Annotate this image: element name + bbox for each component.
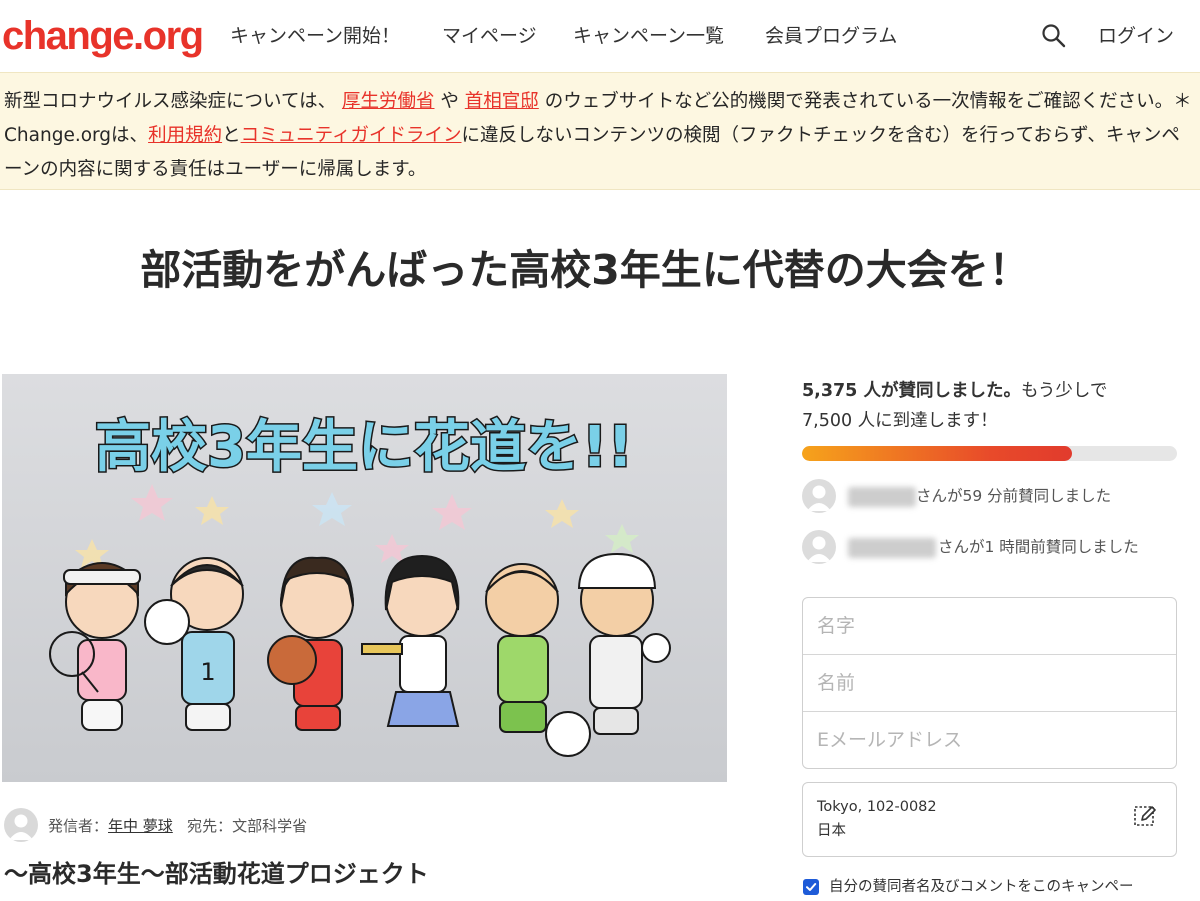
- recipient-label: 宛先：: [187, 817, 233, 835]
- consent-row: 自分の賛同者名及びコメントをこのキャンペー: [803, 877, 1200, 899]
- nav-membership[interactable]: 会員プログラム: [765, 22, 897, 50]
- supporter-avatar: [802, 530, 836, 564]
- notice-text: と: [222, 125, 241, 146]
- nav-start-campaign[interactable]: キャンペーン開始！: [230, 22, 400, 50]
- signature-progress-fill: [802, 446, 1072, 461]
- blurred-supporter-name: [848, 487, 916, 507]
- change-org-logo[interactable]: change.org: [2, 12, 204, 60]
- supporter-avatar: [802, 479, 836, 513]
- notice-text: 新型コロナウイルス感染症については、: [4, 91, 337, 112]
- signature-progress-bar: [802, 446, 1177, 461]
- site-header: change.org キャンペーン開始！ マイページ キャンペーン一覧 会員プロ…: [0, 0, 1200, 72]
- email-field[interactable]: [803, 712, 1176, 768]
- consent-label: 自分の賛同者名及びコメントをこのキャンペー: [829, 879, 1134, 895]
- link-terms[interactable]: 利用規約: [148, 125, 222, 146]
- signature-more-text: もう少しで: [1020, 381, 1108, 401]
- covid-notice: 新型コロナウイルス感染症については、 厚生労働省 や 首相官邸 のウェブサイトな…: [0, 72, 1200, 190]
- signature-count-number: 5,375 人が賛同しました。: [802, 381, 1021, 401]
- link-kantei[interactable]: 首相官邸: [465, 91, 539, 112]
- consent-checkbox[interactable]: [803, 879, 819, 895]
- edit-icon[interactable]: [1133, 803, 1159, 829]
- first-name-field[interactable]: [803, 655, 1176, 712]
- sign-form: [802, 597, 1177, 769]
- link-mhlw[interactable]: 厚生労働省: [342, 91, 435, 112]
- last-name-field[interactable]: [803, 598, 1176, 655]
- blurred-supporter-name: [848, 538, 936, 558]
- author-name-link[interactable]: 年中 夢球: [108, 817, 173, 835]
- recent-supporter: さんが59 分前賛同しました: [802, 479, 1182, 515]
- signature-count: 5,375 人が賛同しました。もう少しで 7,500 人に到達します！: [802, 376, 1182, 436]
- supporter-text: さんが59 分前賛同しました: [916, 487, 1112, 505]
- petition-subtitle: ～高校3年生～部活動花道プロジェクト: [4, 860, 429, 888]
- signature-goal-text: 7,500 人に到達します！: [802, 411, 998, 431]
- recent-supporter: さんが1 時間前賛同しました: [802, 530, 1182, 566]
- link-community-guidelines[interactable]: コミュニティガイドライン: [241, 125, 462, 146]
- location-postal: Tokyo, 102-0082: [817, 799, 937, 815]
- login-link[interactable]: ログイン: [1098, 22, 1174, 50]
- location-box[interactable]: Tokyo, 102-0082 日本: [802, 782, 1177, 857]
- hero-banner-text: 高校3年生に花道を!!: [95, 415, 633, 480]
- author-avatar[interactable]: [4, 808, 38, 842]
- search-icon[interactable]: [1040, 22, 1070, 50]
- location-country: 日本: [817, 823, 846, 839]
- notice-text: や: [440, 91, 459, 112]
- nav-campaign-list[interactable]: キャンペーン一覧: [573, 22, 724, 50]
- petition-title: 部活動をがんばった高校3年生に代替の大会を！: [140, 246, 1030, 294]
- petition-image[interactable]: 高校3年生に花道を!! 1: [2, 374, 727, 782]
- svg-text:1: 1: [200, 658, 215, 686]
- nav-my-page[interactable]: マイページ: [442, 22, 537, 50]
- author-label: 発信者：: [48, 817, 109, 835]
- recipient-name: 文部科学省: [232, 817, 308, 835]
- author-line: 発信者：年中 夢球 宛先：文部科学省: [48, 815, 307, 837]
- supporter-text: さんが1 時間前賛同しました: [938, 538, 1139, 556]
